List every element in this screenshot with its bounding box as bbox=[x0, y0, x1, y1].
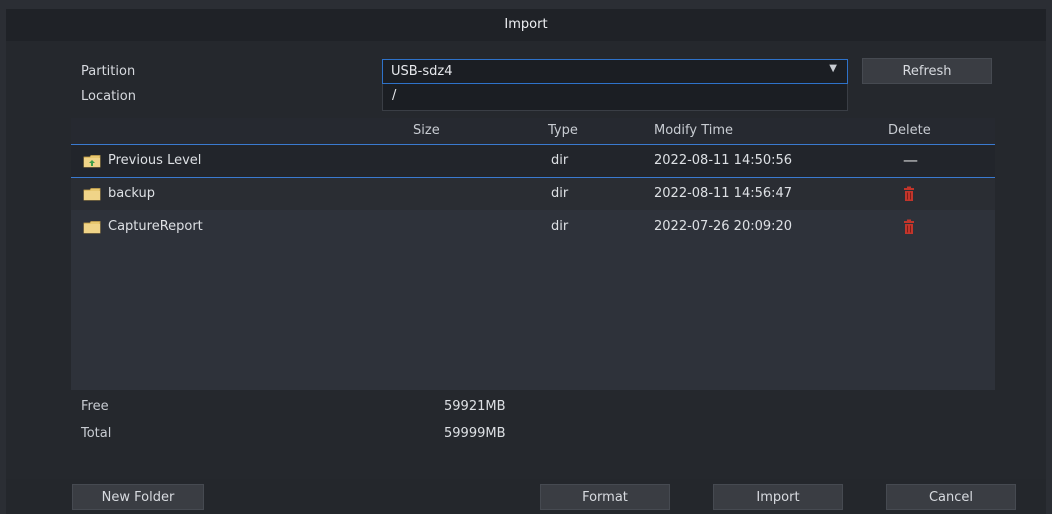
dialog-title: Import bbox=[6, 9, 1046, 41]
location-label: Location bbox=[81, 89, 136, 104]
file-name: backup bbox=[108, 186, 155, 201]
file-name: Previous Level bbox=[108, 153, 202, 168]
file-modify-time: 2022-08-11 14:50:56 bbox=[654, 153, 793, 168]
file-type: dir bbox=[551, 153, 569, 168]
table-row[interactable]: CaptureReport dir 2022-07-26 20:09:20 bbox=[71, 211, 995, 243]
partition-value: USB-sdz4 bbox=[391, 64, 453, 79]
location-value: / bbox=[392, 88, 397, 103]
location-field[interactable]: / bbox=[382, 84, 848, 111]
delete-unavailable: — bbox=[903, 151, 918, 169]
import-dialog: Import Partition Location USB-sdz4 ▼ / R… bbox=[6, 9, 1046, 514]
column-delete: Delete bbox=[888, 123, 931, 138]
column-modify-time: Modify Time bbox=[654, 123, 734, 138]
trash-icon[interactable] bbox=[903, 186, 915, 202]
cancel-button[interactable]: Cancel bbox=[886, 484, 1016, 510]
refresh-button[interactable]: Refresh bbox=[862, 58, 992, 84]
partition-label: Partition bbox=[81, 64, 136, 79]
import-button[interactable]: Import bbox=[713, 484, 843, 510]
free-label: Free bbox=[81, 399, 109, 414]
table-header: Size Type Modify Time Delete bbox=[71, 118, 995, 145]
file-type: dir bbox=[551, 186, 569, 201]
file-name: CaptureReport bbox=[108, 219, 203, 234]
partition-select[interactable]: USB-sdz4 ▼ bbox=[382, 59, 848, 84]
folder-up-icon bbox=[83, 155, 101, 168]
format-button[interactable]: Format bbox=[540, 484, 670, 510]
table-row[interactable]: Previous Level dir 2022-08-11 14:50:56 — bbox=[71, 145, 995, 178]
column-type: Type bbox=[548, 123, 578, 138]
folder-icon bbox=[83, 188, 101, 201]
new-folder-button[interactable]: New Folder bbox=[72, 484, 204, 510]
file-type: dir bbox=[551, 219, 569, 234]
file-modify-time: 2022-08-11 14:56:47 bbox=[654, 186, 793, 201]
folder-icon bbox=[83, 221, 101, 234]
total-label: Total bbox=[81, 426, 112, 441]
trash-icon[interactable] bbox=[903, 219, 915, 235]
column-size: Size bbox=[413, 123, 440, 138]
table-row[interactable]: backup dir 2022-08-11 14:56:47 bbox=[71, 178, 995, 210]
chevron-down-icon[interactable]: ▼ bbox=[829, 63, 837, 74]
file-modify-time: 2022-07-26 20:09:20 bbox=[654, 219, 793, 234]
file-table: Size Type Modify Time Delete Previous Le… bbox=[71, 118, 995, 390]
total-value: 59999MB bbox=[444, 426, 506, 441]
free-value: 59921MB bbox=[444, 399, 506, 414]
